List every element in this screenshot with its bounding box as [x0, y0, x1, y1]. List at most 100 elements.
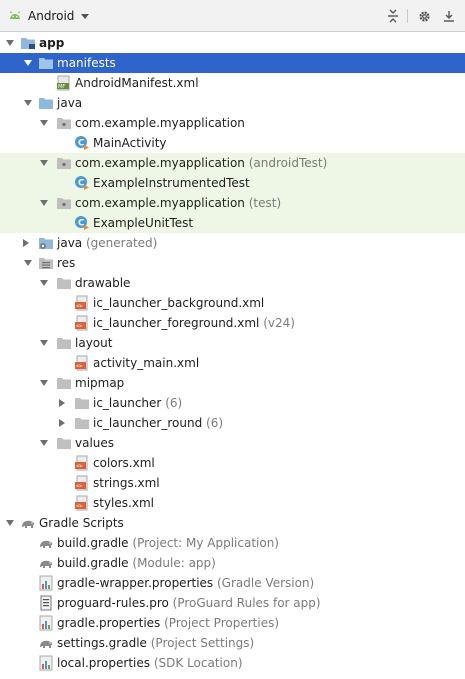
expand-arrow-icon[interactable]	[38, 277, 50, 289]
folder-count: (6)	[165, 396, 183, 410]
file-name: settings.gradle	[57, 636, 147, 650]
expand-arrow-icon[interactable]	[38, 437, 50, 449]
expand-arrow-icon[interactable]	[38, 117, 50, 129]
tree-item-settings-gradle[interactable]: settings.gradle (Project Settings)	[0, 633, 465, 653]
tree-item-java-generated[interactable]: java (generated)	[0, 233, 465, 253]
file-qualifier: (Gradle Version)	[217, 576, 315, 590]
expand-arrow-icon[interactable]	[4, 517, 16, 529]
collapsed-arrow-icon[interactable]	[56, 417, 68, 429]
chevron-down-icon[interactable]	[79, 10, 91, 22]
folder-name: ic_launcher_round	[93, 416, 203, 430]
package-icon	[56, 195, 72, 211]
tree-item-label: com.example.myapplication	[75, 116, 245, 130]
tree-item-build-gradle-module[interactable]: build.gradle (Module: app)	[0, 553, 465, 573]
file-name: gradle-wrapper.properties	[57, 576, 214, 590]
tree-item-build-gradle-project[interactable]: build.gradle (Project: My Application)	[0, 533, 465, 553]
expand-arrow-icon[interactable]	[38, 157, 50, 169]
tree-item-manifests[interactable]: manifests	[0, 53, 465, 73]
folder-name: java	[57, 236, 83, 250]
expand-arrow-icon[interactable]	[22, 97, 34, 109]
package-qualifier: (androidTest)	[248, 156, 328, 170]
expand-arrow-icon[interactable]	[38, 197, 50, 209]
xml-file-icon: <>	[74, 455, 90, 471]
resource-folder-icon	[38, 255, 54, 271]
gradle-elephant-icon	[20, 515, 36, 531]
tree-item-ic-launcher-foreground[interactable]: <> ic_launcher_foreground.xml (v24)	[0, 313, 465, 333]
svg-text:<>: <>	[76, 304, 83, 310]
tree-item-package-test[interactable]: com.example.myapplication (test)	[0, 193, 465, 213]
file-qualifier: (Project Properties)	[164, 616, 280, 630]
svg-text:<>: <>	[76, 364, 83, 370]
tree-item-styles[interactable]: <> styles.xml	[0, 493, 465, 513]
expand-arrow-icon[interactable]	[22, 257, 34, 269]
tree-item-label: local.properties (SDK Location)	[57, 656, 243, 670]
tree-item-mipmap[interactable]: mipmap	[0, 373, 465, 393]
tree-item-app[interactable]: app	[0, 33, 465, 53]
tree-item-label: colors.xml	[93, 456, 155, 470]
manifest-file-icon: MF	[56, 75, 72, 91]
tree-item-java[interactable]: java	[0, 93, 465, 113]
tree-item-drawable[interactable]: drawable	[0, 273, 465, 293]
properties-file-icon	[38, 615, 54, 631]
file-name: build.gradle	[57, 556, 129, 570]
tree-item-package-android-test[interactable]: com.example.myapplication (androidTest)	[0, 153, 465, 173]
package-icon	[56, 155, 72, 171]
tree-item-activity-main[interactable]: <> activity_main.xml	[0, 353, 465, 373]
tree-item-layout[interactable]: layout	[0, 333, 465, 353]
tree-item-label: mipmap	[75, 376, 125, 390]
tree-item-res[interactable]: res	[0, 253, 465, 273]
tree-item-local-properties[interactable]: local.properties (SDK Location)	[0, 653, 465, 673]
file-qualifier: (ProGuard Rules for app)	[172, 596, 321, 610]
tree-item-gradle-wrapper-properties[interactable]: gradle-wrapper.properties (Gradle Versio…	[0, 573, 465, 593]
class-icon: C	[74, 135, 90, 151]
folder-qualifier: (generated)	[85, 236, 158, 250]
file-name: local.properties	[57, 656, 151, 670]
tree-item-label: ic_launcher_round (6)	[93, 416, 223, 430]
tree-item-main-activity[interactable]: C MainActivity	[0, 133, 465, 153]
collapse-all-icon[interactable]	[384, 7, 402, 25]
gear-icon[interactable]	[415, 7, 433, 25]
folder-icon	[56, 275, 72, 291]
tree-item-label: ic_launcher_foreground.xml (v24)	[93, 316, 295, 330]
tree-item-example-instrumented-test[interactable]: C ExampleInstrumentedTest	[0, 173, 465, 193]
tree-item-label: manifests	[57, 56, 116, 70]
tree-item-ic-launcher-round[interactable]: ic_launcher_round (6)	[0, 413, 465, 433]
tree-item-label: java (generated)	[57, 236, 157, 250]
package-name: com.example.myapplication	[75, 196, 245, 210]
tree-item-label: build.gradle (Module: app)	[57, 556, 216, 570]
collapsed-arrow-icon[interactable]	[56, 397, 68, 409]
hide-icon[interactable]	[440, 7, 458, 25]
tree-item-label: styles.xml	[93, 496, 154, 510]
collapsed-arrow-icon[interactable]	[20, 237, 32, 249]
tree-item-label: res	[57, 256, 76, 270]
tree-item-example-unit-test[interactable]: C ExampleUnitTest	[0, 213, 465, 233]
tree-item-label: ExampleUnitTest	[93, 216, 194, 230]
expand-arrow-icon[interactable]	[22, 57, 34, 69]
expand-arrow-icon[interactable]	[38, 377, 50, 389]
tree-item-label: settings.gradle (Project Settings)	[57, 636, 254, 650]
tree-item-gradle-scripts[interactable]: Gradle Scripts	[0, 513, 465, 533]
tree-item-android-manifest[interactable]: MF AndroidManifest.xml	[0, 73, 465, 93]
tree-item-ic-launcher-background[interactable]: <> ic_launcher_background.xml	[0, 293, 465, 313]
tree-item-label: com.example.myapplication (androidTest)	[75, 156, 327, 170]
tree-item-strings[interactable]: <> strings.xml	[0, 473, 465, 493]
folder-icon	[56, 335, 72, 351]
xml-file-icon: <>	[74, 475, 90, 491]
tree-item-label: activity_main.xml	[93, 356, 200, 370]
expand-arrow-icon[interactable]	[38, 337, 50, 349]
tree-item-proguard-rules[interactable]: proguard-rules.pro (ProGuard Rules for a…	[0, 593, 465, 613]
package-icon	[56, 115, 72, 131]
tree-item-gradle-properties[interactable]: gradle.properties (Project Properties)	[0, 613, 465, 633]
tree-item-colors[interactable]: <> colors.xml	[0, 453, 465, 473]
tree-item-package-main[interactable]: com.example.myapplication	[0, 113, 465, 133]
tree-item-label: Gradle Scripts	[39, 516, 124, 530]
svg-text:C: C	[78, 179, 84, 189]
tree-item-label: app	[39, 36, 65, 50]
tree-item-label: gradle.properties (Project Properties)	[57, 616, 279, 630]
view-selector-label[interactable]: Android	[28, 9, 74, 23]
tree-item-label: ExampleInstrumentedTest	[93, 176, 250, 190]
tree-item-ic-launcher[interactable]: ic_launcher (6)	[0, 393, 465, 413]
folder-icon	[38, 95, 54, 111]
tree-item-values[interactable]: values	[0, 433, 465, 453]
expand-arrow-icon[interactable]	[4, 37, 16, 49]
